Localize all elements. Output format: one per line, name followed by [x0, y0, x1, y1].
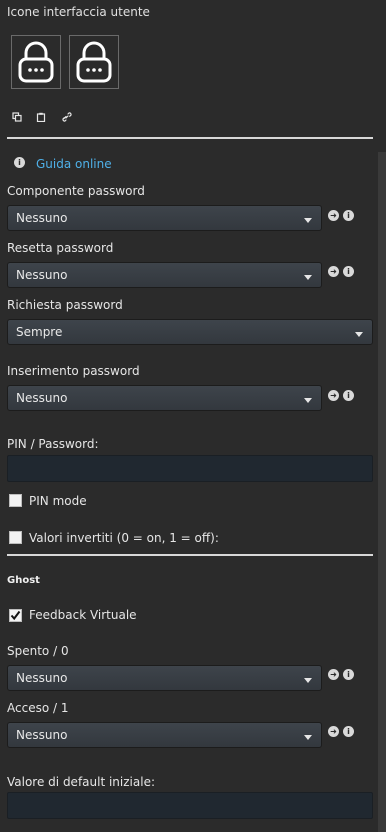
field-label-password-entry: Inserimento password: [7, 364, 140, 378]
arrow-right-circle-icon[interactable]: ➜: [328, 266, 339, 277]
arrow-right-circle-icon[interactable]: ➜: [328, 390, 339, 401]
virtual-feedback-label: Feedback Virtuale: [29, 608, 137, 622]
select-value: Sempre: [16, 325, 63, 339]
info-icon: i: [14, 157, 25, 168]
pin-mode-checkbox[interactable]: [9, 494, 22, 507]
lock-icon: [76, 41, 112, 83]
checkmark-icon: [10, 610, 21, 621]
lock-icon: [18, 41, 54, 83]
lock-icon-tile-1[interactable]: [11, 35, 61, 89]
default-value-label: Valore di default iniziale:: [7, 775, 155, 789]
password-request-select[interactable]: Sempre: [7, 319, 373, 345]
select-value: Nessuno: [16, 391, 68, 405]
scrollbar-track[interactable]: [378, 152, 386, 832]
password-entry-select[interactable]: Nessuno: [7, 385, 322, 411]
field-label-password-request: Richiesta password: [7, 298, 123, 312]
info-icon[interactable]: i: [343, 669, 354, 680]
off-select[interactable]: Nessuno: [7, 665, 322, 691]
select-value: Nessuno: [16, 211, 68, 225]
info-icon[interactable]: i: [343, 266, 354, 277]
reset-password-select[interactable]: Nessuno: [7, 262, 322, 288]
chevron-down-icon: [304, 398, 312, 403]
arrow-right-circle-icon[interactable]: ➜: [328, 669, 339, 680]
field-label-reset-password: Resetta password: [7, 241, 114, 255]
select-value: Nessuno: [16, 671, 68, 685]
on-select[interactable]: Nessuno: [7, 722, 322, 748]
chevron-down-icon: [304, 735, 312, 740]
arrow-right-circle-icon[interactable]: ➜: [328, 210, 339, 221]
clipboard-icon[interactable]: [36, 112, 46, 122]
chevron-down-icon: [304, 275, 312, 280]
help-link[interactable]: Guida online: [36, 157, 112, 171]
link-icon[interactable]: [62, 112, 72, 122]
arrow-right-circle-icon[interactable]: ➜: [328, 726, 339, 737]
select-value: Nessuno: [16, 728, 68, 742]
field-label-password-component: Componente password: [7, 184, 145, 198]
pin-mode-label: PIN mode: [29, 494, 87, 508]
chevron-down-icon: [355, 332, 363, 337]
off-label: Spento / 0: [7, 644, 69, 658]
pin-label: PIN / Password:: [7, 437, 99, 451]
default-value-input[interactable]: [7, 792, 373, 819]
info-icon[interactable]: i: [343, 390, 354, 401]
virtual-feedback-checkbox[interactable]: [9, 609, 22, 622]
on-label: Acceso / 1: [7, 701, 69, 715]
info-icon[interactable]: i: [343, 210, 354, 221]
divider: [7, 554, 373, 556]
chevron-down-icon: [304, 678, 312, 683]
divider: [7, 137, 373, 139]
info-icon[interactable]: i: [343, 726, 354, 737]
password-component-select[interactable]: Nessuno: [7, 205, 322, 231]
inverted-values-checkbox[interactable]: [9, 531, 22, 544]
ghost-section-title: Ghost: [7, 575, 40, 586]
copy-icon[interactable]: [12, 112, 22, 122]
pin-password-input[interactable]: [7, 455, 373, 482]
panel-title: Icone interfaccia utente: [7, 5, 150, 19]
select-value: Nessuno: [16, 268, 68, 282]
chevron-down-icon: [304, 218, 312, 223]
inverted-values-label: Valori invertiti (0 = on, 1 = off):: [29, 531, 219, 545]
lock-icon-tile-2[interactable]: [69, 35, 119, 89]
